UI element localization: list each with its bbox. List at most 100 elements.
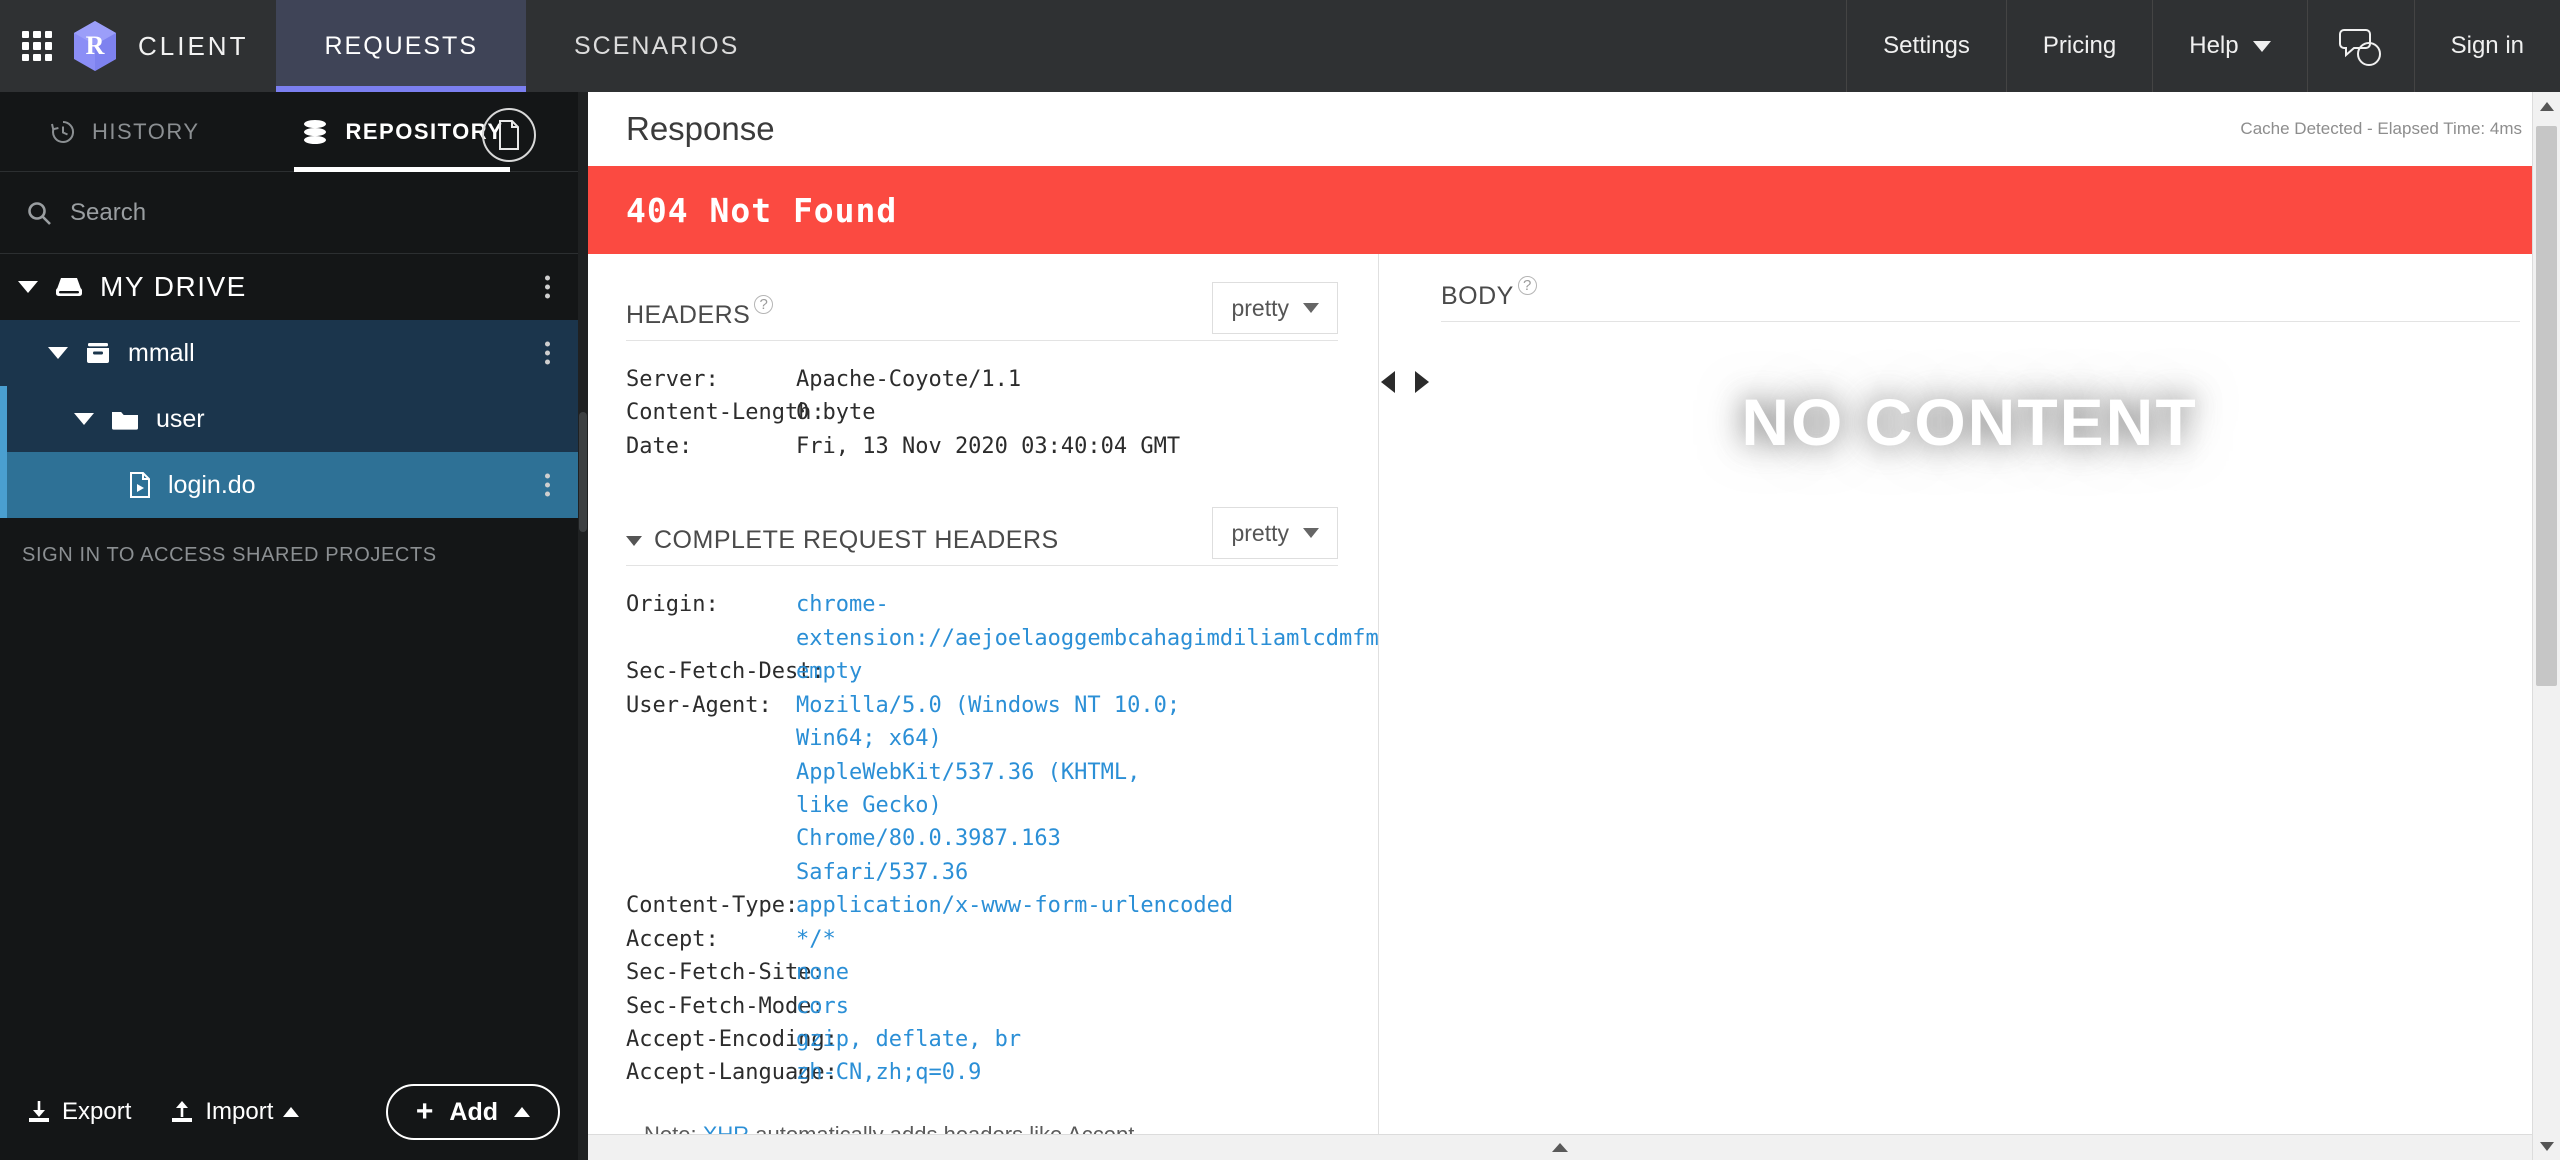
header-key: Accept-Encoding: — [626, 1027, 838, 1052]
header-value[interactable]: none — [796, 956, 849, 989]
topbar-left: R CLIENT — [0, 0, 248, 92]
body-section-header: BODY ? — [1441, 254, 2520, 322]
header-row: Date: Fri, 13 Nov 2020 03:40:04 GMT — [626, 430, 1338, 463]
header-value[interactable]: application/x-www-form-urlencoded — [796, 889, 1233, 922]
sidebar-tab-repository[interactable]: REPOSITORY — [290, 92, 514, 172]
tab-requests[interactable]: REQUESTS — [276, 0, 526, 92]
response-panel: Response Cache Detected - Elapsed Time: … — [588, 92, 2560, 1160]
settings-link[interactable]: Settings — [1846, 0, 2006, 92]
tree-item-my-drive-label: MY DRIVE — [100, 271, 247, 302]
export-label: Export — [62, 1098, 132, 1125]
folder-icon — [110, 406, 140, 432]
page-title: Response — [626, 110, 775, 147]
header-key: Content-Length: — [626, 400, 825, 426]
archive-box-icon — [84, 340, 112, 366]
tree-item-mmall-label: mmall — [128, 338, 195, 367]
headers-format-dropdown[interactable]: pretty — [1212, 282, 1338, 334]
header-value[interactable]: zh-CN,zh;q=0.9 — [796, 1056, 981, 1089]
settings-label: Settings — [1883, 32, 1970, 59]
help-menu[interactable]: Help — [2152, 0, 2306, 92]
sign-in-link[interactable]: Sign in — [2413, 0, 2560, 92]
expand-triangle-icon[interactable] — [48, 347, 68, 359]
header-key: Server: — [626, 367, 719, 392]
header-key: Sec-Fetch-Mode: — [626, 993, 825, 1019]
chat-bubbles-icon — [2338, 29, 2381, 66]
sidebar-search[interactable]: Search — [0, 172, 588, 254]
header-value[interactable]: chrome-extension://aejoelaoggembcahagimd… — [796, 588, 1378, 655]
header-row: Accept-Language: zh-CN,zh;q=0.9 — [626, 1056, 1338, 1089]
status-text: 404 Not Found — [626, 190, 898, 230]
tree-item-mmall-menu[interactable] — [545, 341, 550, 365]
scroll-down-button[interactable] — [2539, 1132, 2554, 1160]
status-banner: 404 Not Found — [588, 166, 2560, 254]
sidebar-scrollbar[interactable] — [578, 92, 588, 1160]
header-key: Date: — [626, 433, 693, 459]
repository-tree: MY DRIVE mmall user login.do SIGN IN TO … — [0, 254, 588, 1064]
bottom-expand-bar[interactable] — [588, 1134, 2532, 1160]
header-value: Fri, 13 Nov 2020 03:40:04 GMT — [796, 433, 1181, 459]
header-key: Sec-Fetch-Dest: — [626, 659, 825, 685]
header-value[interactable]: gzip, deflate, br — [796, 1023, 1021, 1056]
add-label: Add — [449, 1097, 498, 1126]
import-button[interactable]: Import — [169, 1098, 300, 1126]
expand-triangle-icon[interactable] — [74, 413, 94, 425]
add-button[interactable]: + Add — [385, 1084, 560, 1140]
tree-item-my-drive[interactable]: MY DRIVE — [0, 254, 588, 320]
header-key: Origin: — [626, 592, 719, 618]
expand-triangle-icon[interactable] — [18, 281, 38, 293]
tree-item-login-do-menu[interactable] — [545, 473, 550, 497]
sidebar-tab-history[interactable]: HISTORY — [40, 92, 210, 172]
chat-support-button[interactable] — [2306, 0, 2414, 92]
apps-grid-icon[interactable] — [22, 31, 52, 61]
tab-scenarios[interactable]: SCENARIOS — [526, 0, 787, 92]
response-body-panes: HEADERS ? pretty Server: Apache-Coyote/1… — [588, 254, 2560, 1160]
caret-down-icon — [2539, 1141, 2554, 1151]
header-value[interactable]: cors — [796, 990, 849, 1023]
sidebar-footer: Export Import + Add — [0, 1064, 588, 1160]
body-pane: BODY ? NO CONTENT — [1379, 254, 2560, 1160]
shared-projects-note: SIGN IN TO ACCESS SHARED PROJECTS — [22, 544, 437, 566]
export-button[interactable]: Export — [26, 1098, 131, 1126]
caret-up-icon — [514, 1107, 530, 1117]
chevron-down-icon — [2252, 40, 2271, 52]
header-key: Accept: — [626, 926, 719, 952]
app-logo[interactable]: R — [72, 20, 118, 72]
topbar-right: Settings Pricing Help Sign in — [1846, 0, 2560, 92]
body-empty-state: NO CONTENT — [1379, 384, 2560, 460]
topbar-tabs: REQUESTS SCENARIOS — [276, 0, 787, 92]
sidebar-scrollbar-thumb[interactable] — [579, 412, 587, 532]
header-value: 0 byte — [796, 400, 876, 426]
request-headers-section-title[interactable]: COMPLETE REQUEST HEADERS — [626, 526, 1059, 555]
sidebar-tab-repository-label: REPOSITORY — [345, 118, 504, 144]
help-label: Help — [2189, 32, 2239, 59]
document-icon — [499, 120, 519, 150]
tree-item-login-do-label: login.do — [168, 470, 256, 499]
header-value[interactable]: Mozilla/5.0 (Windows NT 10.0; Win64; x64… — [796, 689, 1186, 890]
tree-item-my-drive-menu[interactable] — [545, 275, 550, 299]
header-value: Apache-Coyote/1.1 — [796, 367, 1022, 392]
question-mark-icon[interactable]: ? — [1517, 276, 1537, 295]
pricing-link[interactable]: Pricing — [2005, 0, 2152, 92]
tree-item-user[interactable]: user — [0, 386, 588, 452]
new-request-button[interactable] — [482, 108, 536, 162]
headers-section-header: HEADERS ? pretty — [626, 254, 1338, 341]
tree-item-mmall[interactable]: mmall — [0, 320, 588, 386]
repository-sidebar: HISTORY REPOSITORY Search MY DRIVE mmall… — [0, 92, 588, 1160]
main-area: HISTORY REPOSITORY Search MY DRIVE mmall… — [0, 92, 2560, 1160]
scroll-up-button[interactable] — [2539, 92, 2554, 120]
header-value[interactable]: */* — [796, 923, 836, 956]
content-vertical-scrollbar[interactable] — [2532, 92, 2560, 1160]
database-stack-icon — [303, 119, 326, 144]
sidebar-tab-history-label: HISTORY — [92, 118, 200, 144]
request-headers-list: Origin: chrome-extension://aejoelaoggemb… — [626, 588, 1378, 1090]
collapse-triangle-icon[interactable] — [626, 535, 642, 546]
header-key: Sec-Fetch-Site: — [626, 960, 825, 986]
request-headers-format-dropdown[interactable]: pretty — [1212, 507, 1338, 560]
header-row: Accept: */* — [626, 923, 1338, 956]
header-row: User-Agent: Mozilla/5.0 (Windows NT 10.0… — [626, 689, 1338, 890]
question-mark-icon[interactable]: ? — [754, 295, 774, 314]
body-section-title: BODY ? — [1441, 276, 1537, 311]
header-value[interactable]: empty — [796, 655, 862, 688]
vertical-scrollbar-thumb[interactable] — [2536, 126, 2557, 686]
tree-item-login-do[interactable]: login.do — [0, 452, 588, 518]
